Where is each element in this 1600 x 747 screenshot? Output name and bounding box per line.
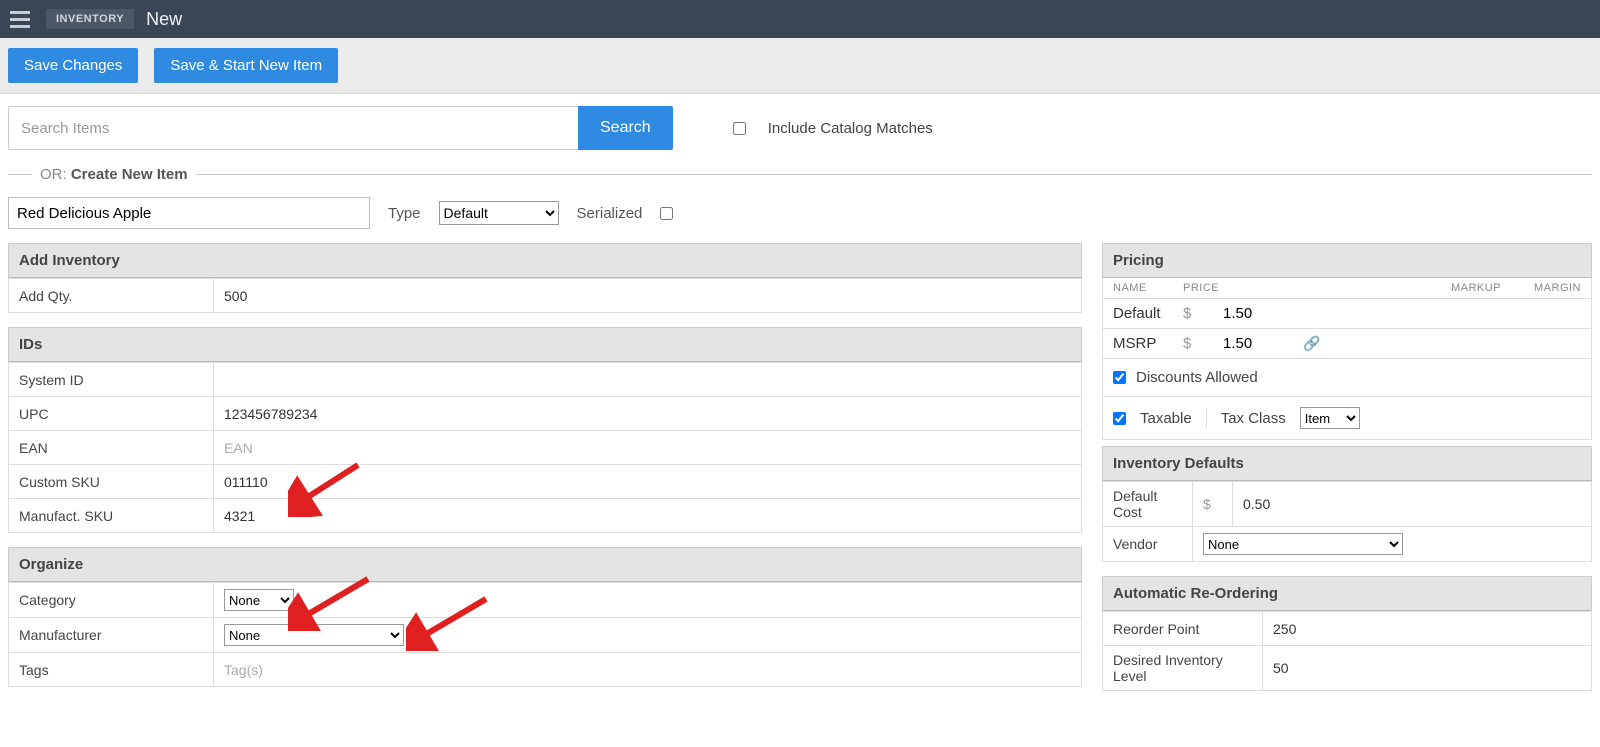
custom-sku-label: Custom SKU	[9, 465, 214, 499]
system-id-input[interactable]	[224, 372, 1071, 388]
serialized-checkbox[interactable]	[660, 207, 673, 220]
tax-class-select[interactable]: Item	[1300, 407, 1360, 429]
top-bar: Inventory New	[0, 0, 1600, 38]
add-inventory-header: Add Inventory	[8, 243, 1082, 278]
menu-icon[interactable]	[6, 5, 34, 33]
page-title: New	[146, 9, 182, 30]
price-default-input[interactable]	[1223, 305, 1283, 322]
category-label: Category	[9, 583, 214, 618]
category-select[interactable]: None	[224, 589, 294, 611]
serialized-label: Serialized	[577, 205, 643, 222]
desired-level-label: Desired Inventory Level	[1103, 646, 1263, 691]
reorder-point-input[interactable]	[1273, 621, 1581, 637]
reorder-point-label: Reorder Point	[1103, 612, 1263, 646]
mfr-sku-label: Manufact. SKU	[9, 499, 214, 533]
discounts-label: Discounts Allowed	[1136, 369, 1258, 386]
taxable-label: Taxable	[1140, 410, 1192, 427]
upc-label: UPC	[9, 397, 214, 431]
organize-header: Organize	[8, 547, 1082, 582]
search-row: Search Include Catalog Matches	[8, 106, 1592, 150]
create-divider: OR: Create New Item	[8, 166, 1592, 183]
upc-input[interactable]	[224, 406, 1071, 422]
pricing-header: Pricing	[1102, 243, 1592, 278]
include-catalog-label: Include Catalog Matches	[768, 120, 933, 137]
price-row-default: Default $	[1102, 299, 1592, 329]
add-qty-input[interactable]	[224, 288, 1071, 304]
manufacturer-select[interactable]: None	[224, 624, 404, 646]
type-select[interactable]: Default	[439, 201, 559, 225]
currency-symbol: $	[1193, 482, 1233, 527]
manufacturer-label: Manufacturer	[9, 618, 214, 653]
price-row-msrp: MSRP $ 🔗	[1102, 329, 1592, 359]
include-catalog-checkbox[interactable]	[733, 122, 746, 135]
default-cost-label: Default Cost	[1103, 482, 1193, 527]
search-button[interactable]: Search	[578, 106, 673, 150]
discounts-checkbox[interactable]	[1113, 371, 1126, 384]
item-name-input[interactable]	[8, 197, 370, 229]
link-icon[interactable]: 🔗	[1303, 335, 1581, 352]
save-button[interactable]: Save Changes	[8, 48, 138, 83]
save-new-button[interactable]: Save & Start New Item	[154, 48, 338, 83]
tax-class-label: Tax Class	[1221, 410, 1286, 427]
search-input[interactable]	[8, 106, 578, 150]
type-label: Type	[388, 205, 421, 222]
vendor-select[interactable]: None	[1203, 533, 1403, 555]
taxable-checkbox[interactable]	[1113, 412, 1126, 425]
new-item-row: Type Default Serialized	[8, 197, 1592, 229]
system-id-label: System ID	[9, 363, 214, 397]
add-qty-label: Add Qty.	[9, 279, 214, 313]
ean-input[interactable]	[224, 440, 1071, 456]
mfr-sku-input[interactable]	[224, 508, 1071, 524]
default-cost-input[interactable]	[1243, 496, 1581, 512]
custom-sku-input[interactable]	[224, 474, 1071, 490]
tags-label: Tags	[9, 653, 214, 687]
tags-input[interactable]	[224, 662, 1071, 678]
pricing-columns: NAME PRICE MARKUP MARGIN	[1102, 278, 1592, 299]
ids-header: IDs	[8, 327, 1082, 362]
ean-label: EAN	[9, 431, 214, 465]
reorder-header: Automatic Re-Ordering	[1102, 576, 1592, 611]
action-bar: Save Changes Save & Start New Item	[0, 38, 1600, 94]
vendor-label: Vendor	[1103, 527, 1193, 562]
inv-defaults-header: Inventory Defaults	[1102, 446, 1592, 481]
desired-level-input[interactable]	[1273, 660, 1581, 676]
breadcrumb-section[interactable]: Inventory	[46, 9, 134, 29]
price-msrp-input[interactable]	[1223, 335, 1283, 352]
